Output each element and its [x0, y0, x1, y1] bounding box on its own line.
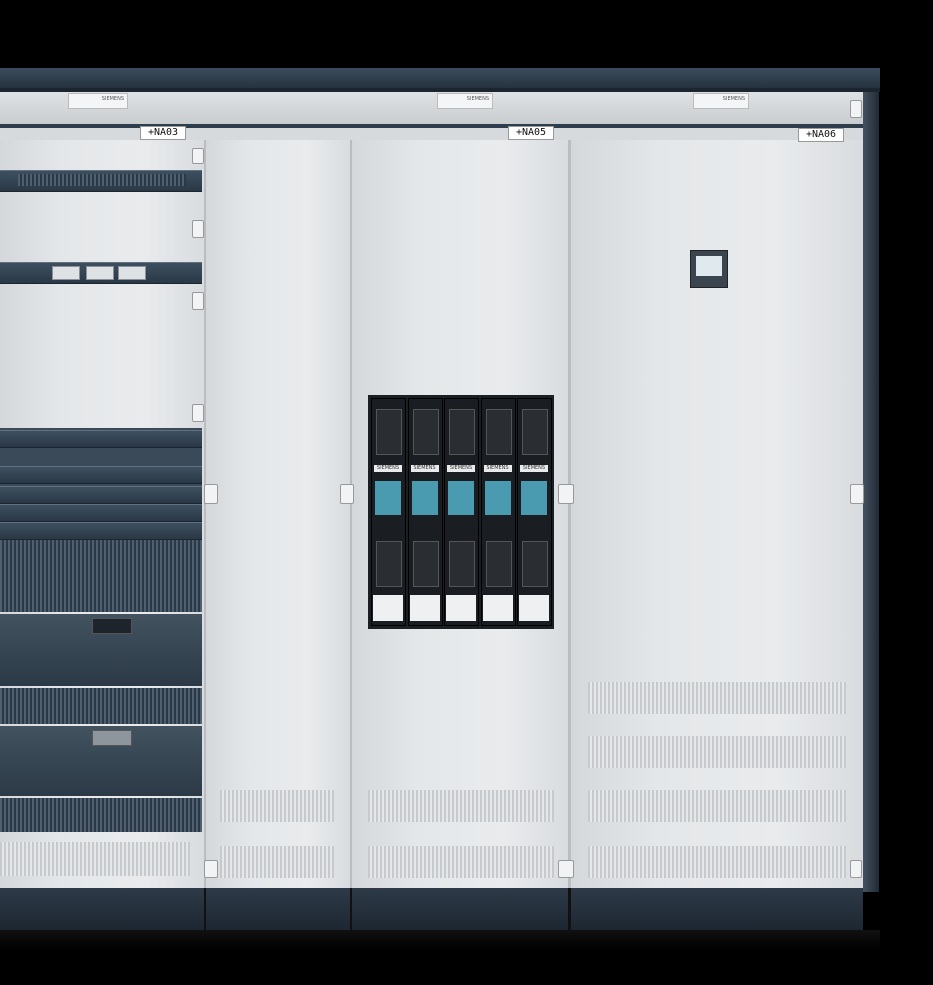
fuse-brand-label: SIEMENS — [447, 465, 475, 472]
equipment-rail — [0, 486, 202, 504]
fuse-brand-label: SIEMENS — [520, 465, 548, 472]
vent-grille — [588, 736, 846, 768]
plinth-seam — [568, 888, 571, 930]
fuse-base — [373, 595, 403, 621]
cabinet-label-na06: +NA06 — [798, 128, 844, 142]
fuse-contact — [411, 481, 438, 515]
fuse-holder-top — [522, 409, 548, 455]
vent-grille — [368, 846, 554, 878]
vent-grille — [588, 682, 846, 714]
door-hinge — [192, 404, 204, 422]
fuse-base — [519, 595, 549, 621]
cabinet-2 — [206, 92, 350, 888]
power-meter — [690, 250, 728, 288]
vent-grille — [0, 688, 202, 724]
fuse-holder-bottom — [412, 541, 439, 587]
fuse-base — [409, 595, 440, 621]
door-hinge — [192, 220, 204, 238]
vent-grille — [0, 842, 190, 876]
fuse-contact — [521, 481, 547, 515]
vent-grille — [18, 174, 186, 186]
vent-grille — [0, 798, 202, 832]
siemens-logo-plate: SIEMENS — [693, 93, 749, 109]
vent-grille — [0, 540, 202, 612]
meter-display — [696, 256, 722, 276]
vent-grille — [588, 846, 846, 878]
fuse-holder-top — [485, 409, 512, 455]
siemens-logo: SIEMENS — [466, 96, 489, 102]
vent-grille — [220, 846, 334, 878]
door-hinge — [204, 484, 218, 504]
cabinet-label-na05: +NA05 — [508, 126, 554, 140]
fuse-holder-top — [376, 409, 402, 455]
cabinet-4 — [571, 92, 863, 888]
siemens-logo-plate: SIEMENS — [68, 93, 128, 109]
fuse-brand-label: SIEMENS — [374, 465, 402, 472]
stripe-light — [0, 128, 863, 140]
breaker-module — [86, 266, 114, 280]
fuse-holder-bottom — [485, 541, 512, 587]
equipment-rail — [0, 522, 202, 540]
vent-grille — [368, 790, 554, 822]
door-hinge — [192, 292, 204, 310]
breaker-module — [118, 266, 146, 280]
fuse-switch: SIEMENS — [480, 398, 516, 626]
fuse-brand-label: SIEMENS — [483, 465, 512, 472]
cabinet-roof — [0, 68, 880, 90]
fuse-switch: SIEMENS — [517, 398, 552, 626]
fuse-switch: SIEMENS — [407, 398, 443, 626]
fuse-contact — [448, 481, 474, 515]
door-hinge — [192, 148, 204, 164]
door-hinge — [850, 100, 862, 118]
fuse-contact — [484, 481, 511, 515]
fuse-contact — [375, 481, 401, 515]
display-window — [92, 618, 132, 634]
door-hinge — [340, 484, 354, 504]
equipment-rail — [0, 504, 202, 522]
vent-grille — [588, 790, 846, 822]
siemens-logo: SIEMENS — [101, 96, 124, 102]
door-hinge — [204, 860, 218, 878]
fuse-base — [446, 595, 476, 621]
fuse-holder-bottom — [522, 541, 548, 587]
equipment-rail — [0, 466, 202, 484]
fuse-holder-top — [412, 409, 439, 455]
plinth-seam — [350, 888, 352, 930]
siemens-logo-plate: SIEMENS — [437, 93, 493, 109]
fuse-switch: SIEMENS — [371, 398, 406, 626]
cabinet-side-edge — [863, 92, 879, 892]
vent-grille — [220, 790, 334, 822]
breaker-module — [52, 266, 80, 280]
fuse-holder-top — [449, 409, 475, 455]
fuse-base — [482, 595, 513, 621]
fuse-switch: SIEMENS — [444, 398, 479, 626]
plinth-seam — [204, 888, 206, 930]
door-hinge — [850, 860, 862, 878]
fuse-brand-label: SIEMENS — [410, 465, 439, 472]
cabinet-plinth — [0, 888, 863, 930]
cabinet-label-na03: +NA03 — [140, 126, 186, 140]
siemens-logo: SIEMENS — [722, 96, 745, 102]
display-window — [92, 730, 132, 746]
floor-shadow — [0, 930, 880, 950]
door-hinge — [558, 484, 574, 504]
door-hinge — [558, 860, 574, 878]
equipment-rail — [0, 430, 202, 448]
door-hinge — [850, 484, 864, 504]
fuse-holder-bottom — [449, 541, 475, 587]
fuse-holder-bottom — [376, 541, 402, 587]
